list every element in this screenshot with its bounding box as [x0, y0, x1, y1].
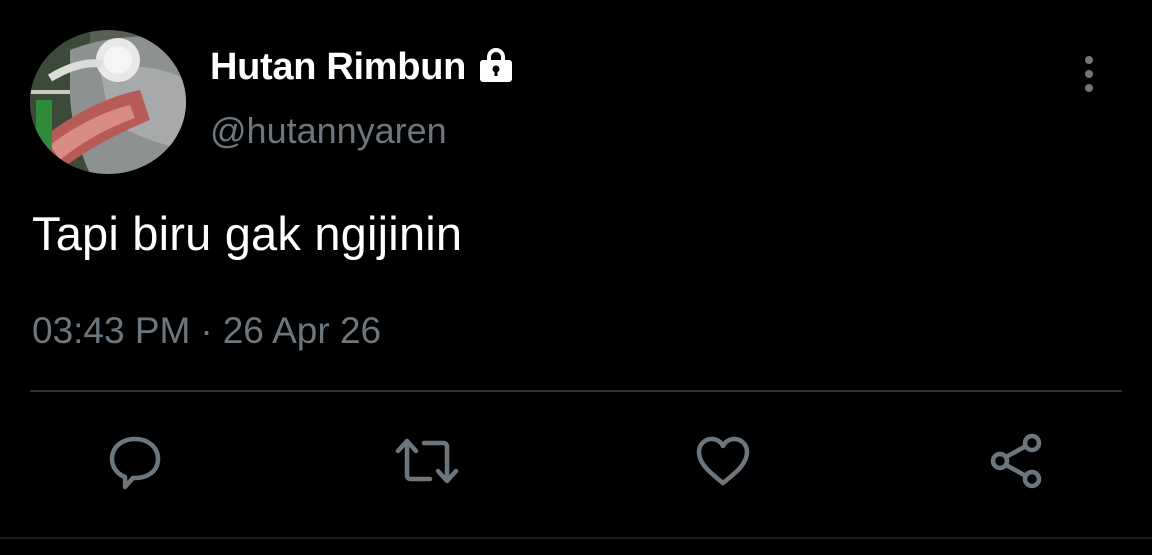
divider [30, 390, 1122, 392]
like-button[interactable] [692, 432, 754, 494]
more-options-icon[interactable] [1072, 54, 1106, 96]
tweet-time: 03:43 PM [32, 310, 191, 351]
tweet-date: 26 Apr 26 [222, 310, 382, 351]
tweet-text: Tapi biru gak ngijinin [32, 207, 463, 260]
avatar-image [30, 30, 186, 174]
heart-icon [693, 431, 753, 496]
share-button[interactable] [986, 432, 1048, 494]
bottom-divider [0, 537, 1152, 539]
share-icon [987, 431, 1047, 496]
display-name[interactable]: Hutan Rimbun [210, 46, 466, 89]
separator: · [200, 310, 213, 351]
reply-icon [105, 431, 165, 496]
author-handle[interactable]: @hutannyaren [210, 110, 447, 152]
tweet-timestamp[interactable]: 03:43 PM · 26 Apr 26 [32, 310, 381, 352]
retweet-icon [392, 431, 462, 496]
retweet-button[interactable] [395, 432, 459, 494]
author-name-row[interactable]: Hutan Rimbun [210, 42, 516, 92]
avatar[interactable] [30, 30, 186, 174]
lock-icon [476, 45, 516, 85]
reply-button[interactable] [104, 432, 166, 494]
